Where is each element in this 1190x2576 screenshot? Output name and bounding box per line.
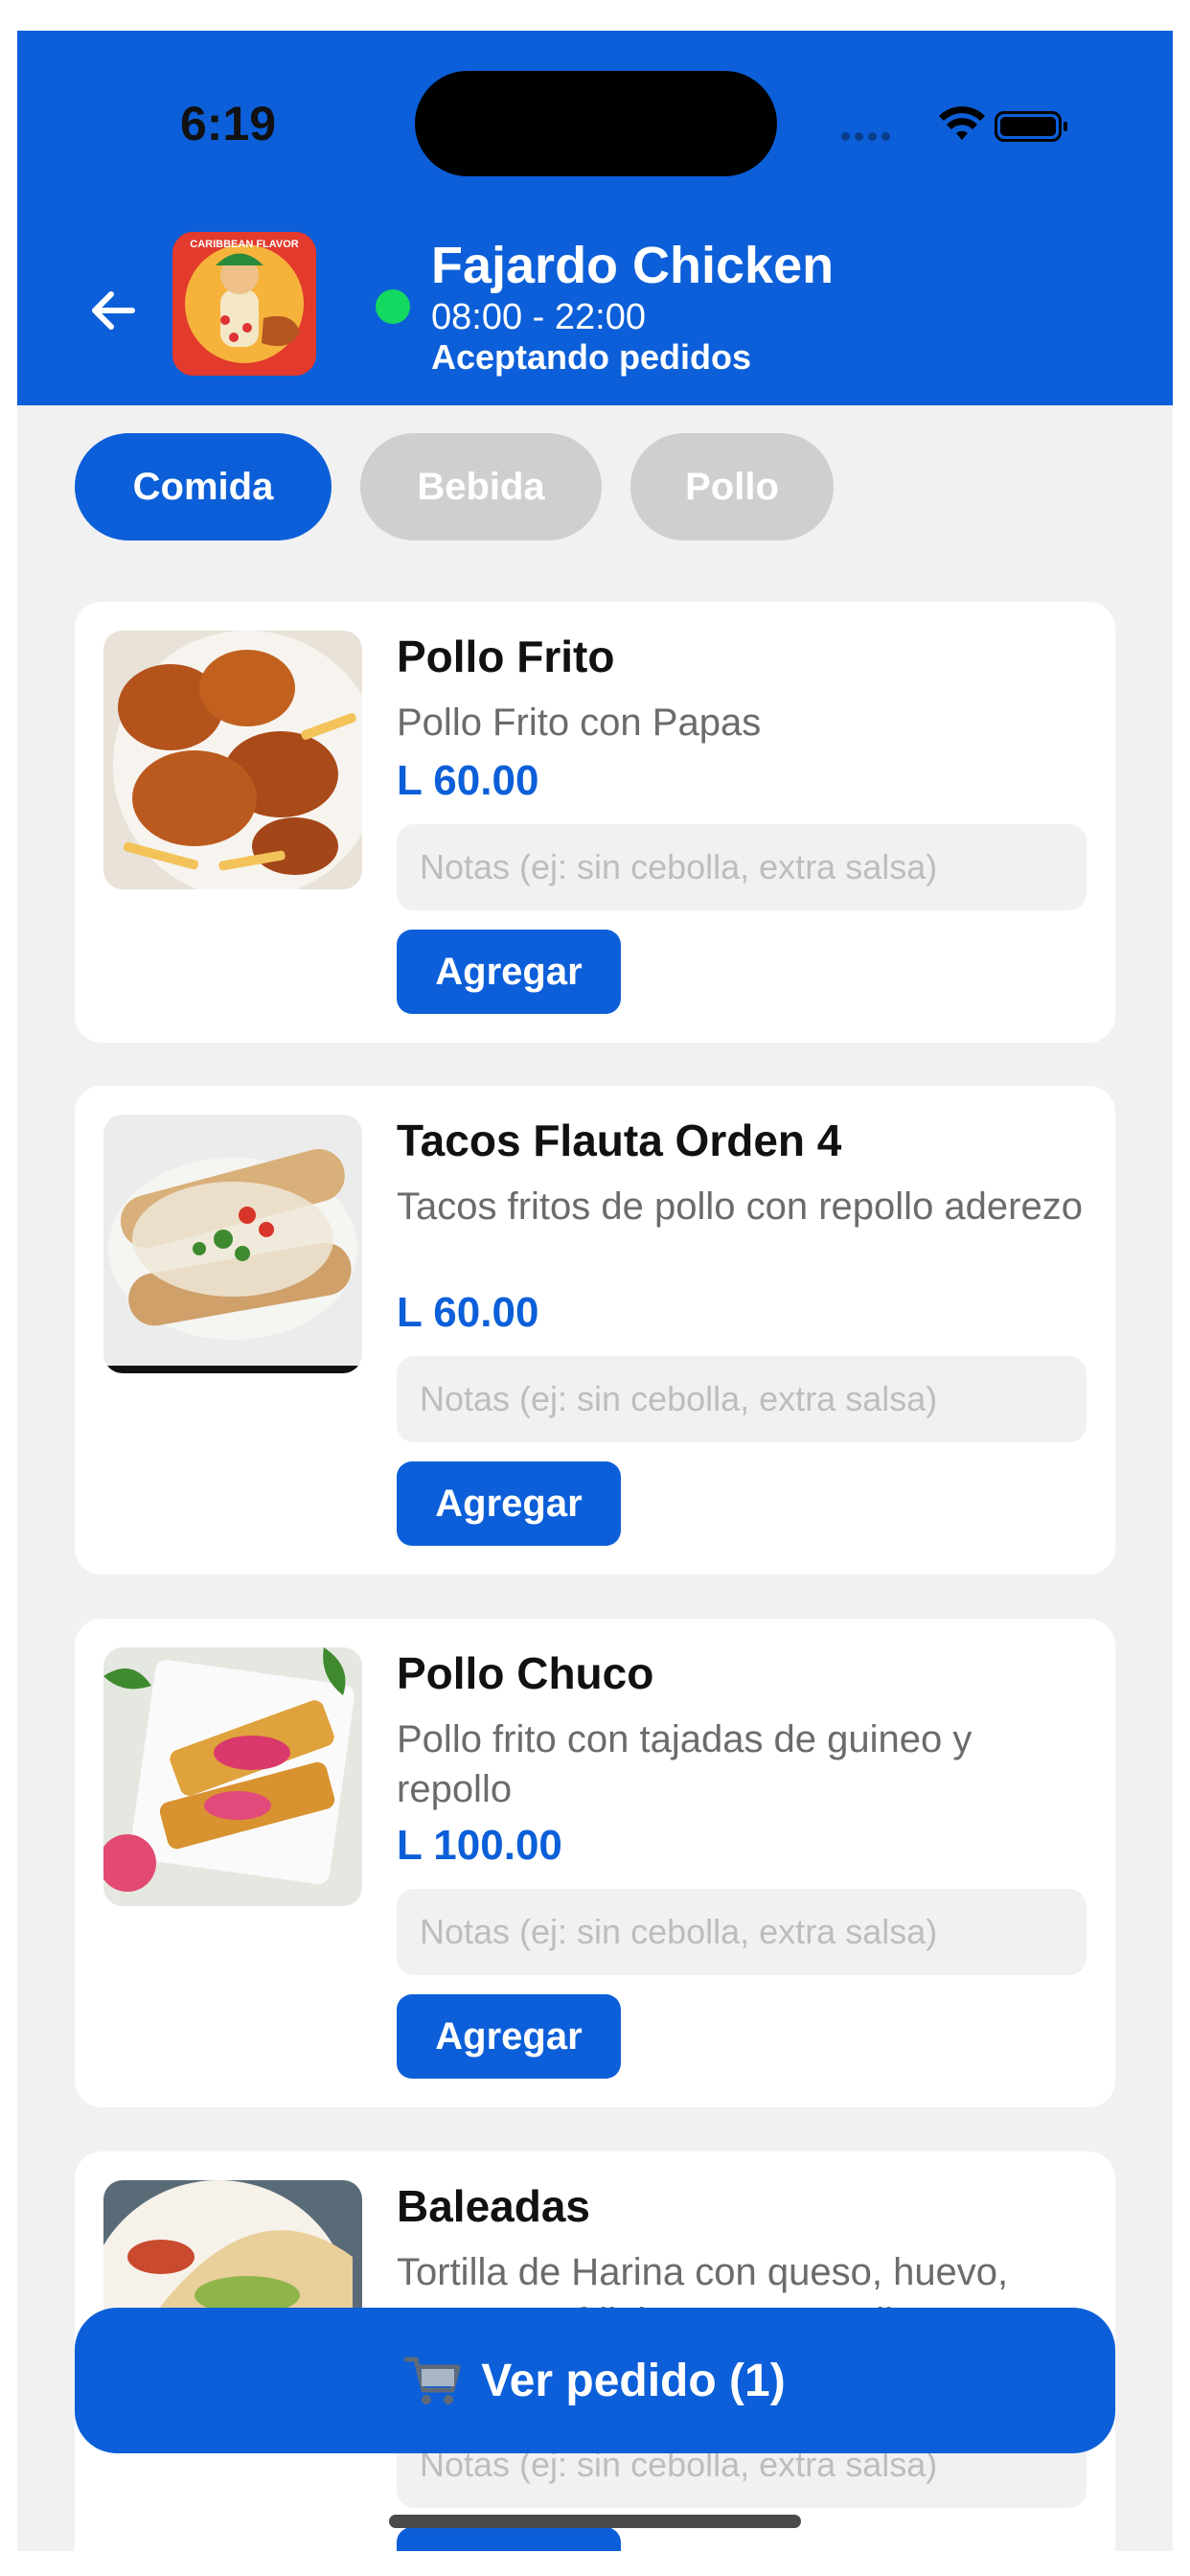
item-price: L 60.00 [397, 1289, 539, 1336]
item-name: Baleadas [397, 2181, 591, 2231]
tab-bebida[interactable]: Bebida [360, 433, 602, 540]
item-name: Pollo Frito [397, 632, 615, 681]
view-order-label: Ver pedido (1) [481, 2355, 786, 2406]
notes-input[interactable] [397, 1356, 1087, 1442]
menu-item-card: Tacos Flauta Orden 4 Tacos fritos de pol… [75, 1086, 1115, 1575]
view-order-button[interactable]: Ver pedido (1) [75, 2308, 1115, 2453]
opening-hours: 08:00 - 22:00 [431, 297, 646, 337]
back-arrow-icon[interactable] [84, 282, 142, 339]
item-price: L 60.00 [397, 757, 539, 804]
header: 6:19 CARIBBEAN FLAVOR Fajardo Chicken 08… [17, 31, 1173, 405]
restaurant-logo: CARIBBEAN FLAVOR [172, 232, 316, 376]
battery-icon [995, 111, 1067, 142]
food-image [103, 631, 362, 889]
item-price: L 100.00 [397, 1822, 562, 1869]
wifi-icon [939, 106, 985, 140]
item-description: Tacos fritos de pollo con repollo aderez… [397, 1185, 1083, 1228]
menu-item-card: Pollo Frito Pollo Frito con Papas L 60.0… [75, 602, 1115, 1043]
svg-text:CARIBBEAN FLAVOR: CARIBBEAN FLAVOR [190, 239, 299, 250]
notes-input[interactable] [397, 824, 1087, 910]
add-button[interactable]: Agregar [397, 1461, 621, 1546]
item-description: Pollo frito con tajadas de guineo y repo… [397, 1718, 973, 1810]
restaurant-name: Fajardo Chicken [431, 237, 835, 294]
item-name: Pollo Chuco [397, 1648, 654, 1698]
status-time: 6:19 [180, 97, 277, 150]
food-image [103, 1115, 362, 1373]
item-name: Tacos Flauta Orden 4 [397, 1116, 842, 1165]
order-status: Aceptando pedidos [431, 337, 752, 377]
food-image [103, 1647, 362, 1906]
signal-icon [841, 128, 895, 146]
status-icons [841, 105, 1090, 159]
home-indicator [389, 2515, 801, 2528]
item-description: Pollo Frito con Papas [397, 702, 762, 744]
tab-comida[interactable]: Comida [75, 433, 332, 540]
add-button[interactable]: Agregar [397, 1994, 621, 2079]
tab-pollo[interactable]: Pollo [630, 433, 834, 540]
dynamic-island [415, 71, 777, 176]
app-screen: 6:19 CARIBBEAN FLAVOR Fajardo Chicken 08… [17, 31, 1173, 2551]
add-button[interactable]: Agregar [397, 930, 621, 1014]
online-status-dot [376, 289, 410, 324]
notes-input[interactable] [397, 1889, 1087, 1975]
add-button[interactable]: Agregar [397, 2527, 621, 2551]
shopping-cart-icon [404, 2357, 461, 2404]
menu-item-card: Pollo Chuco Pollo frito con tajadas de g… [75, 1619, 1115, 2107]
